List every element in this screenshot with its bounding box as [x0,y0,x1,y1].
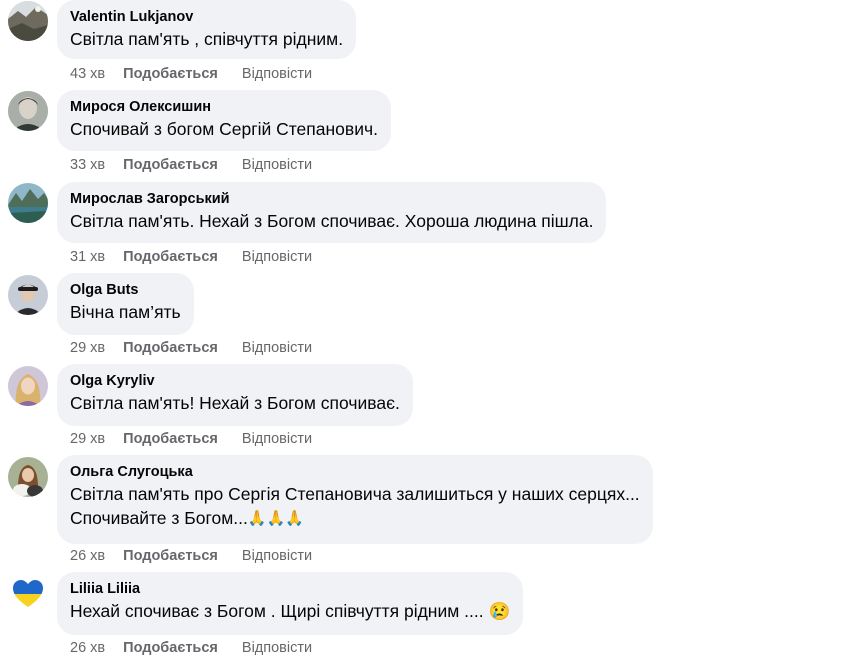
reply-button[interactable]: Відповісти [242,157,312,173]
comment-bubble: Olga Buts Вічна пам’ять [57,273,194,335]
praying-hands-emoji: 🙏🙏🙏 [247,510,304,527]
comment-author[interactable]: Olga Kyryliv [70,372,400,391]
reply-button[interactable]: Відповісти [242,548,312,564]
ukraine-heart-avatar[interactable] [8,574,48,614]
comment-text: Спочивайте з Богом... [70,508,248,528]
woman-with-dog-photo-avatar[interactable] [8,457,48,497]
comment-text: Світла пам'ять про Сергія Степановича за… [70,484,640,504]
comment-bubble: Ольга Слугоцька Світла пам'ять про Сергі… [57,455,653,544]
like-button[interactable]: Подобається [123,431,218,447]
blonde-woman-photo-avatar[interactable] [8,366,48,406]
crying-face-emoji: 😢 [488,601,511,621]
reply-button[interactable]: Відповісти [242,340,312,356]
reply-button[interactable]: Відповісти [242,66,312,82]
comment-author[interactable]: Valentin Lukjanov [70,8,343,27]
comment-time[interactable]: 26 хв [70,640,105,656]
like-button[interactable]: Подобається [123,66,218,82]
comment-actions: 31 хв Подобається Відповісти [70,248,312,266]
reply-button[interactable]: Відповісти [242,431,312,447]
comment-text-line: Нехай спочиває з Богом . Щирі співчуття … [70,599,510,623]
comment-time[interactable]: 26 хв [70,548,105,564]
comment-text: Спочивай з богом Сергій Степанович. [70,119,378,139]
comment-text: Світла пам'ять. Нехай з Богом спочиває. … [70,211,594,231]
comment-text: Світла пам'ять! Нехай з Богом спочиває. [70,393,400,413]
comment-time[interactable]: 33 хв [70,157,105,173]
comment-actions: 29 хв Подобається Відповісти [70,430,312,448]
comment-bubble: Liliia Liliia Нехай спочиває з Богом . Щ… [57,572,524,635]
comment-bubble: Valentin Lukjanov Світла пам'ять , співч… [57,0,357,59]
comment-text: Нехай спочиває з Богом . Щирі співчуття … [70,601,484,621]
like-button[interactable]: Подобається [123,249,218,265]
person-in-cap-photo-avatar[interactable] [8,275,48,315]
like-button[interactable]: Подобається [123,548,218,564]
comment-list: Valentin Lukjanov Світла пам'ять , співч… [0,0,860,656]
comment-text: Вічна пам’ять [70,302,181,322]
comment-actions: 26 хв Подобається Відповісти [70,547,312,565]
comment-author[interactable]: Мирося Олексишин [70,98,378,117]
comment-actions: 33 хв Подобається Відповісти [70,156,312,174]
mountain-lake-photo-avatar[interactable] [8,183,48,223]
comment-time[interactable]: 43 хв [70,66,105,82]
comment-text: Світла пам'ять , співчуття рідним. [70,29,344,49]
comment-author[interactable]: Liliia Liliia [70,580,510,599]
comment-actions: 43 хв Подобається Відповісти [70,65,312,83]
like-button[interactable]: Подобається [123,640,218,656]
like-button[interactable]: Подобається [123,340,218,356]
comment-actions: 26 хв Подобається Відповісти [70,639,312,656]
like-button[interactable]: Подобається [123,157,218,173]
comment-text-line: Спочивайте з Богом...🙏🙏🙏 [70,506,640,530]
landscape-photo-avatar[interactable] [8,1,48,41]
comment-time[interactable]: 31 хв [70,249,105,265]
portrait-photo-avatar[interactable] [8,91,48,131]
comment-bubble: Мирося Олексишин Спочивай з богом Сергій… [57,90,391,151]
comment-time[interactable]: 29 хв [70,431,105,447]
comment-bubble: Olga Kyryliv Світла пам'ять! Нехай з Бог… [57,364,413,426]
reply-button[interactable]: Відповісти [242,640,312,656]
comment-time[interactable]: 29 хв [70,340,105,356]
comment-bubble: Мирослав Загорський Світла пам'ять. Неха… [57,182,607,243]
comment-author[interactable]: Ольга Слугоцька [70,463,640,482]
comment-author[interactable]: Olga Buts [70,281,181,300]
comment-actions: 29 хв Подобається Відповісти [70,339,312,357]
comment-author[interactable]: Мирослав Загорський [70,190,593,209]
reply-button[interactable]: Відповісти [242,249,312,265]
